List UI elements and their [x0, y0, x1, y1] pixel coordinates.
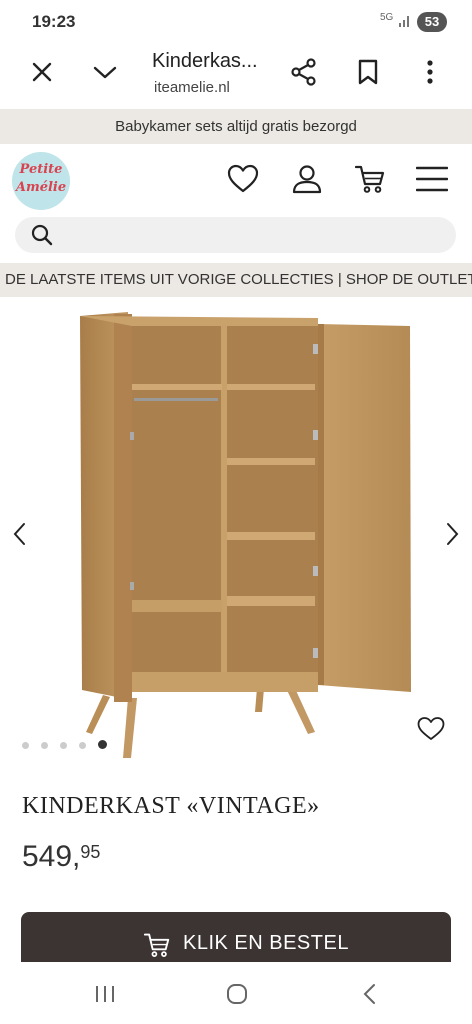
logo-text-line2: Amélie: [15, 180, 67, 195]
logo-text-line1: Petite: [19, 162, 63, 177]
search-bar[interactable]: [15, 217, 456, 255]
promo-banner[interactable]: Babykamer sets altijd gratis bezorgd: [0, 109, 472, 144]
cart-icon[interactable]: [354, 164, 386, 194]
carousel-prev-icon[interactable]: [10, 520, 30, 548]
home-icon[interactable]: [226, 983, 248, 1005]
carousel-dot[interactable]: [41, 742, 48, 749]
chevron-down-icon[interactable]: [92, 60, 118, 84]
battery-indicator: 53: [417, 12, 447, 32]
order-button-label: KLIK EN BESTEL: [183, 932, 349, 954]
product-price: 549,95: [22, 840, 100, 874]
search-input[interactable]: [65, 217, 439, 255]
cart-icon: [143, 933, 170, 957]
page-url[interactable]: iteamelie.nl: [154, 79, 230, 96]
carousel-dot[interactable]: [98, 740, 107, 749]
account-icon[interactable]: [292, 164, 322, 194]
carousel-next-icon[interactable]: [442, 520, 462, 548]
outlet-banner-text: DE LAATSTE ITEMS UIT VORIGE COLLECTIES |…: [5, 271, 472, 288]
carousel-dot[interactable]: [60, 742, 67, 749]
close-icon[interactable]: [30, 60, 54, 84]
carousel-dot[interactable]: [22, 742, 29, 749]
network-type: 5G: [380, 12, 394, 23]
wishlist-heart-icon[interactable]: [226, 164, 260, 194]
product-name: KINDERKAST «VINTAGE»: [22, 793, 320, 819]
site-logo[interactable]: Petite Amélie: [12, 152, 70, 210]
price-main: 549,: [22, 840, 81, 873]
recent-apps-icon[interactable]: [94, 984, 116, 1004]
carousel-dot[interactable]: [79, 742, 86, 749]
signal-icon: [399, 16, 409, 27]
carousel-dots: [22, 736, 119, 754]
product-wishlist-heart-icon[interactable]: [416, 716, 446, 742]
price-cents: 95: [80, 842, 101, 862]
back-icon[interactable]: [362, 983, 378, 1005]
share-icon[interactable]: [290, 58, 318, 86]
page-title: Kinderkas...: [152, 50, 258, 72]
menu-icon[interactable]: [416, 166, 448, 192]
bookmark-icon[interactable]: [356, 58, 380, 86]
status-bar: 19:23 5G 53: [0, 0, 472, 44]
search-icon: [31, 224, 53, 246]
product-image[interactable]: [0, 300, 472, 770]
outlet-banner[interactable]: DE LAATSTE ITEMS UIT VORIGE COLLECTIES |…: [0, 263, 472, 297]
clock: 19:23: [32, 12, 76, 31]
more-options-icon[interactable]: [422, 58, 438, 86]
